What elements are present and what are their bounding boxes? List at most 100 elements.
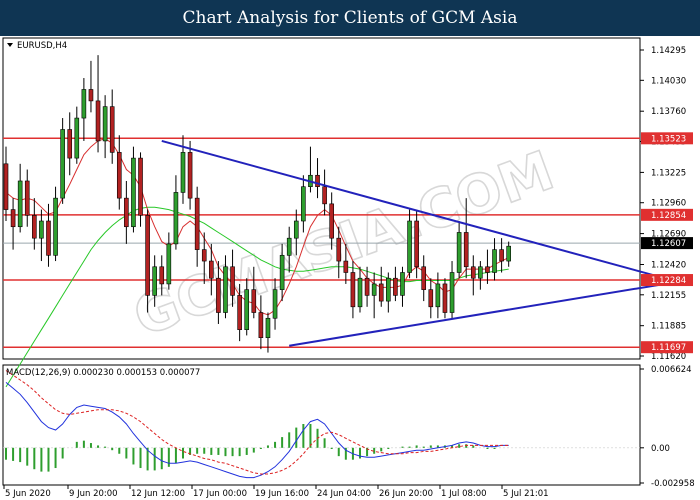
candle-body (53, 197, 58, 256)
candle-body (116, 152, 122, 199)
candle-body (421, 266, 427, 290)
candle-body (364, 277, 370, 296)
price-tick-label: 1.14030 (651, 76, 686, 86)
candle-body (414, 220, 419, 268)
candle-body (371, 283, 377, 296)
level-tag-label: 1.12284 (651, 276, 686, 286)
price-tick-label: 1.11620 (651, 352, 686, 362)
symbol-label: EURUSD,H4 (17, 41, 67, 51)
candle-body (265, 317, 271, 338)
candle-body (272, 289, 278, 319)
candle-body (194, 197, 200, 250)
candle-body (485, 266, 490, 273)
current-price-label: 1.12607 (651, 239, 686, 249)
candle-body (32, 214, 37, 239)
candle-body (152, 266, 157, 296)
candle-body (39, 220, 44, 239)
candle-body (258, 312, 264, 338)
candle-body (131, 157, 136, 228)
candle-body (166, 243, 172, 285)
candle-body (378, 283, 384, 302)
candle-body (322, 186, 327, 205)
candle-body (315, 174, 320, 187)
price-chart: GCMASIA.COM 1.142951.140301.137601.13495… (2, 37, 695, 499)
candle-body (3, 163, 9, 210)
time-tick-label: 1 Jul 08:00 (441, 489, 487, 499)
candle-body (251, 289, 257, 313)
candle-body (230, 266, 235, 296)
candle-body (301, 186, 306, 222)
candle-body (357, 277, 363, 308)
price-tick-label: 1.11885 (651, 322, 686, 332)
level-tag-label: 1.13523 (651, 134, 686, 144)
candle-body (102, 106, 108, 142)
candle-body (393, 277, 398, 296)
time-tick-label: 5 Jul 21:01 (503, 489, 549, 499)
candle-body (95, 100, 101, 142)
candle-body (10, 209, 16, 228)
candle-body (145, 214, 150, 296)
candle-body (428, 289, 434, 308)
candle-body (237, 295, 242, 330)
price-axis: 1.142951.140301.137601.134951.132251.129… (640, 46, 686, 362)
price-tick-label: 1.13760 (651, 107, 686, 117)
candle-body (456, 232, 462, 273)
level-tag-label: 1.12854 (651, 211, 686, 221)
candle (53, 186, 58, 262)
candle (60, 118, 65, 204)
time-tick-label: 26 Jun 20:00 (379, 489, 433, 499)
page-title: Chart Analysis for Clients of GCM Asia (182, 8, 518, 28)
candle-body (17, 180, 23, 228)
candle-body (293, 220, 299, 239)
candle-body (506, 245, 511, 262)
candle-body (449, 272, 455, 313)
candle-body (244, 289, 250, 330)
candle-body (286, 237, 292, 256)
price-tick-label: 1.14295 (651, 46, 686, 56)
time-tick-label: 19 Jun 16:00 (255, 489, 309, 499)
candle-body (209, 260, 214, 279)
macd-tick-label: -0.002958 (651, 479, 695, 489)
candle-body (74, 117, 80, 159)
level-tags: 1.13523 1.12854 1.12284 1.11697 1.12607 (641, 132, 693, 354)
candle (442, 278, 448, 319)
macd-tick-label: 0.00 (651, 444, 670, 454)
price-tick-label: 1.12420 (651, 260, 686, 270)
price-tick-label: 1.12155 (651, 291, 686, 301)
candle-body (24, 180, 30, 216)
time-tick-label: 24 Jun 04:00 (317, 489, 371, 499)
candle (138, 152, 143, 227)
candle-body (187, 152, 193, 199)
candle (131, 146, 136, 233)
page-banner: Chart Analysis for Clients of GCM Asia (0, 0, 700, 36)
price-tick-label: 1.13225 (651, 168, 686, 178)
candle-body (279, 255, 285, 290)
candle-body (343, 260, 349, 273)
candle-body (81, 89, 87, 119)
candle-body (67, 129, 73, 159)
candle-body (88, 89, 94, 102)
macd-axis: 0.006624 0.00 -0.002958 (640, 365, 695, 489)
candle-body (124, 197, 129, 228)
candle-body (499, 249, 504, 262)
candle-body (442, 283, 448, 313)
time-axis: 5 Jun 2020 9 Jun 20:00 12 Jun 12:00 17 Jun … (3, 485, 549, 499)
macd-label: MACD(12,26,9) 0.000230 0.000153 0.000077 (6, 368, 200, 378)
level-tag-label: 1.11697 (651, 343, 686, 353)
candle-body (435, 283, 441, 308)
price-tick-label: 1.12960 (651, 199, 686, 209)
candle-body (223, 266, 228, 313)
candle-body (400, 272, 405, 296)
macd-panel (2, 364, 641, 486)
time-tick-label: 17 Jun 00:00 (193, 489, 247, 499)
macd-tick-label: 0.006624 (651, 365, 692, 375)
candle-body (350, 272, 356, 308)
candle-body (336, 237, 342, 262)
candle-body (216, 277, 221, 313)
candle-body (386, 277, 391, 302)
candle-body (478, 266, 483, 279)
candle-body (470, 266, 476, 279)
candle-body (46, 220, 51, 256)
candle-body (201, 249, 207, 262)
candle-body (180, 152, 186, 193)
